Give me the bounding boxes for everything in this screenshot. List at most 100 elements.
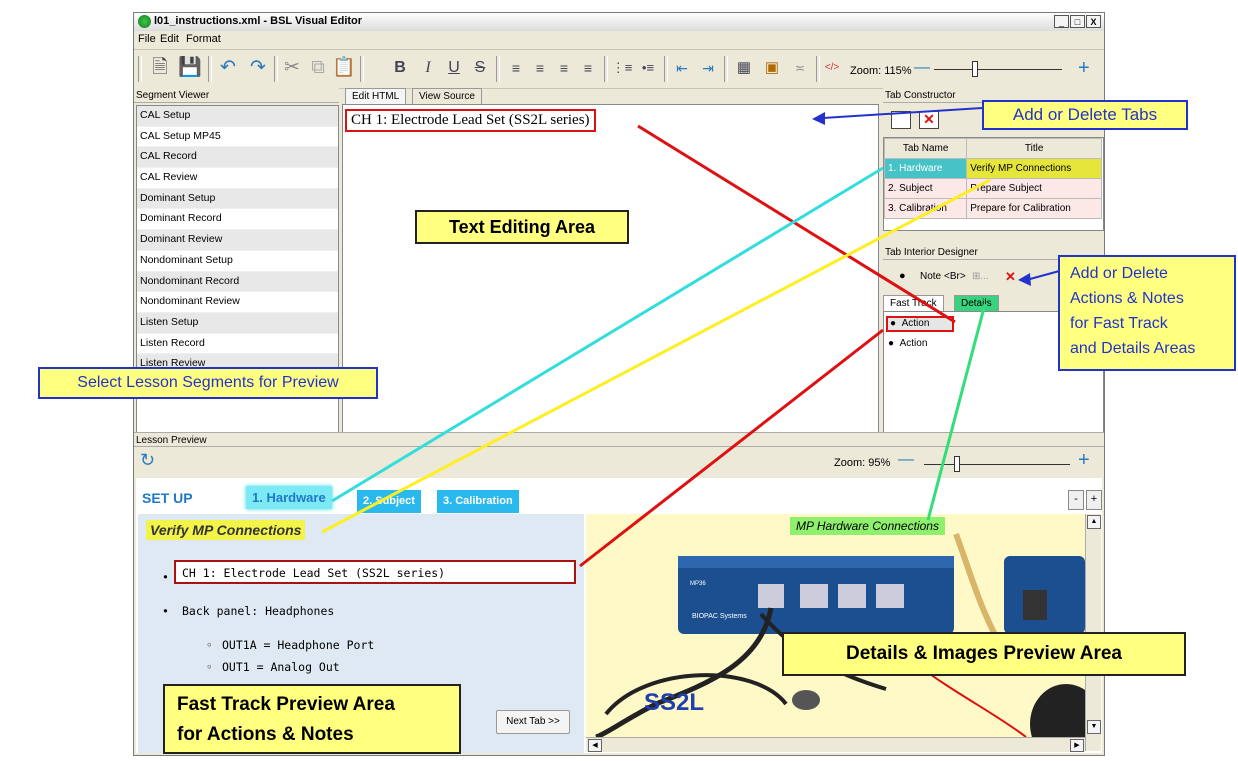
list-item[interactable]: ● Action xyxy=(886,316,954,332)
align-left-icon[interactable]: ≡ xyxy=(504,56,528,80)
table-icon[interactable]: ▦ xyxy=(732,56,756,80)
tab-name-cell[interactable]: 1. Hardware xyxy=(883,158,968,179)
callout-details-preview: Details & Images Preview Area xyxy=(782,632,1186,676)
table-row[interactable]: 1. Hardware Verify MP Connections xyxy=(883,158,1102,179)
preview-tab-hardware[interactable]: 1. Hardware xyxy=(246,486,332,509)
sub-bullet-headphone-port: OUT1A = Headphone Port xyxy=(222,638,375,652)
device-label: MP36 xyxy=(690,581,706,587)
underline-button[interactable]: U xyxy=(442,56,466,80)
segment-item[interactable]: Dominant Setup xyxy=(137,188,338,210)
copy-icon[interactable]: ⧉ xyxy=(306,56,330,80)
collapse-button[interactable]: - xyxy=(1068,490,1084,510)
scroll-left-icon[interactable]: ◀ xyxy=(588,739,602,752)
refresh-icon[interactable]: ↻ xyxy=(140,450,155,471)
bold-button[interactable]: B xyxy=(388,56,412,80)
table-row[interactable]: 3. Calibration Prepare for Calibration xyxy=(883,198,1102,219)
bullet-list-icon[interactable]: •≡ xyxy=(636,56,660,80)
segment-item[interactable]: CAL Review xyxy=(137,168,338,189)
tab-view-source[interactable]: View Source xyxy=(412,88,482,104)
segment-item[interactable]: Dominant Record xyxy=(137,209,338,231)
indent-icon[interactable]: ⇥ xyxy=(696,56,720,80)
note-bullet-icon[interactable]: ● xyxy=(899,270,906,282)
action-label: Action xyxy=(901,318,930,329)
tab-title-cell[interactable]: Prepare for Calibration xyxy=(966,198,1102,219)
segment-item[interactable]: Nondominant Review xyxy=(137,292,338,313)
paste-icon[interactable]: 📋 xyxy=(332,56,356,80)
tab-edit-html[interactable]: Edit HTML xyxy=(345,88,407,104)
menu-edit[interactable]: Edit xyxy=(160,33,179,45)
preview-zoom-out-icon[interactable]: — xyxy=(898,451,914,469)
cut-icon[interactable]: ✂ xyxy=(280,56,304,80)
undo-icon[interactable]: ↶ xyxy=(216,56,240,80)
callout-line: Add or Delete xyxy=(1070,265,1168,282)
segment-item[interactable]: CAL Record xyxy=(137,147,338,169)
delete-action-icon[interactable]: ✕ xyxy=(1005,269,1016,285)
maximize-button[interactable]: □ xyxy=(1070,15,1085,28)
scroll-down-icon[interactable]: ▼ xyxy=(1087,720,1101,734)
outdent-icon[interactable]: ⇤ xyxy=(670,56,694,80)
close-button[interactable]: X xyxy=(1086,15,1101,28)
menu-file[interactable]: File xyxy=(138,33,156,45)
align-right-icon[interactable]: ≡ xyxy=(552,56,576,80)
open-file-icon[interactable]: 🗎 xyxy=(148,56,172,80)
add-tab-icon[interactable] xyxy=(891,111,911,129)
preview-zoom-label: Zoom: 95% xyxy=(834,457,891,469)
tab-fast-track[interactable]: Fast Track xyxy=(883,295,944,311)
image-icon[interactable]: ▣ xyxy=(760,56,784,80)
horizontal-scrollbar[interactable]: ◀ ▶ xyxy=(586,737,1085,752)
segment-item[interactable]: CAL Setup xyxy=(137,106,338,127)
next-tab-button[interactable]: Next Tab >> xyxy=(496,710,570,734)
zoom-label: Zoom: 115% xyxy=(850,65,912,77)
delete-tab-icon[interactable]: ✕ xyxy=(919,111,939,129)
tab-title-cell[interactable]: Prepare Subject xyxy=(966,178,1102,199)
zoom-in-icon[interactable]: + xyxy=(1078,57,1090,80)
app-icon xyxy=(138,15,151,28)
menu-format[interactable]: Format xyxy=(186,33,221,45)
preview-zoom-thumb[interactable] xyxy=(954,456,960,472)
redo-icon[interactable]: ↷ xyxy=(246,56,270,80)
justify-icon[interactable]: ≡ xyxy=(576,56,600,80)
horizontal-rule-icon[interactable]: ≍ xyxy=(788,56,812,80)
zoom-slider-thumb[interactable] xyxy=(972,61,978,77)
segment-item[interactable]: Nondominant Record xyxy=(137,271,338,293)
preview-tab-calibration[interactable]: 3. Calibration xyxy=(437,490,519,513)
preview-zoom-in-icon[interactable]: + xyxy=(1078,449,1090,472)
segment-item[interactable]: Dominant Review xyxy=(137,230,338,251)
callout-line: for Actions & Notes xyxy=(177,724,354,745)
sub-bullet-dot: ◦ xyxy=(206,660,213,674)
segment-item[interactable]: CAL Setup MP45 xyxy=(137,127,338,148)
strikethrough-button[interactable]: S xyxy=(468,56,492,80)
sub-bullet-dot: ◦ xyxy=(206,638,213,652)
tab-title-cell[interactable]: Verify MP Connections xyxy=(966,158,1102,179)
segment-item[interactable]: Listen Setup xyxy=(137,312,338,334)
callout-fast-track: Fast Track Preview Area for Actions & No… xyxy=(163,684,461,754)
tab-details[interactable]: Details xyxy=(954,295,999,311)
text-editing-area[interactable] xyxy=(342,104,879,435)
insert-table-button[interactable]: ⊞... xyxy=(972,271,989,282)
minimize-button[interactable]: _ xyxy=(1054,15,1069,28)
tab-name-cell[interactable]: 3. Calibration xyxy=(883,198,968,219)
list-item[interactable]: ● Action xyxy=(888,338,927,349)
brand-label: BIOPAC Systems xyxy=(692,613,747,620)
preview-tab-subject[interactable]: 2. Subject xyxy=(357,490,421,513)
scroll-right-icon[interactable]: ▶ xyxy=(1070,739,1084,752)
toolbar-separator xyxy=(724,56,728,82)
numbered-list-icon[interactable]: ⋮≡ xyxy=(610,56,634,80)
zoom-slider-track[interactable] xyxy=(934,69,1062,70)
table-row[interactable]: 2. Subject Prepare Subject xyxy=(883,178,1102,199)
editor-content-line[interactable]: CH 1: Electrode Lead Set (SS2L series) xyxy=(345,109,596,132)
italic-button[interactable]: I xyxy=(416,56,440,80)
segment-item[interactable]: Listen Record xyxy=(137,334,338,355)
preview-zoom-track[interactable] xyxy=(924,464,1070,465)
toolbar-separator xyxy=(274,56,278,82)
save-file-icon[interactable]: 💾 xyxy=(178,56,202,80)
zoom-out-icon[interactable]: — xyxy=(914,59,930,77)
expand-button[interactable]: + xyxy=(1086,490,1102,510)
align-center-icon[interactable]: ≡ xyxy=(528,56,552,80)
tab-name-cell[interactable]: 2. Subject xyxy=(883,178,968,199)
segment-item[interactable]: Nondominant Setup xyxy=(137,251,338,272)
add-note-button[interactable]: Note xyxy=(920,271,941,282)
insert-br-button[interactable]: <Br> xyxy=(944,271,966,282)
scroll-up-icon[interactable]: ▲ xyxy=(1087,515,1101,529)
html-source-icon[interactable]: </> xyxy=(820,56,844,80)
